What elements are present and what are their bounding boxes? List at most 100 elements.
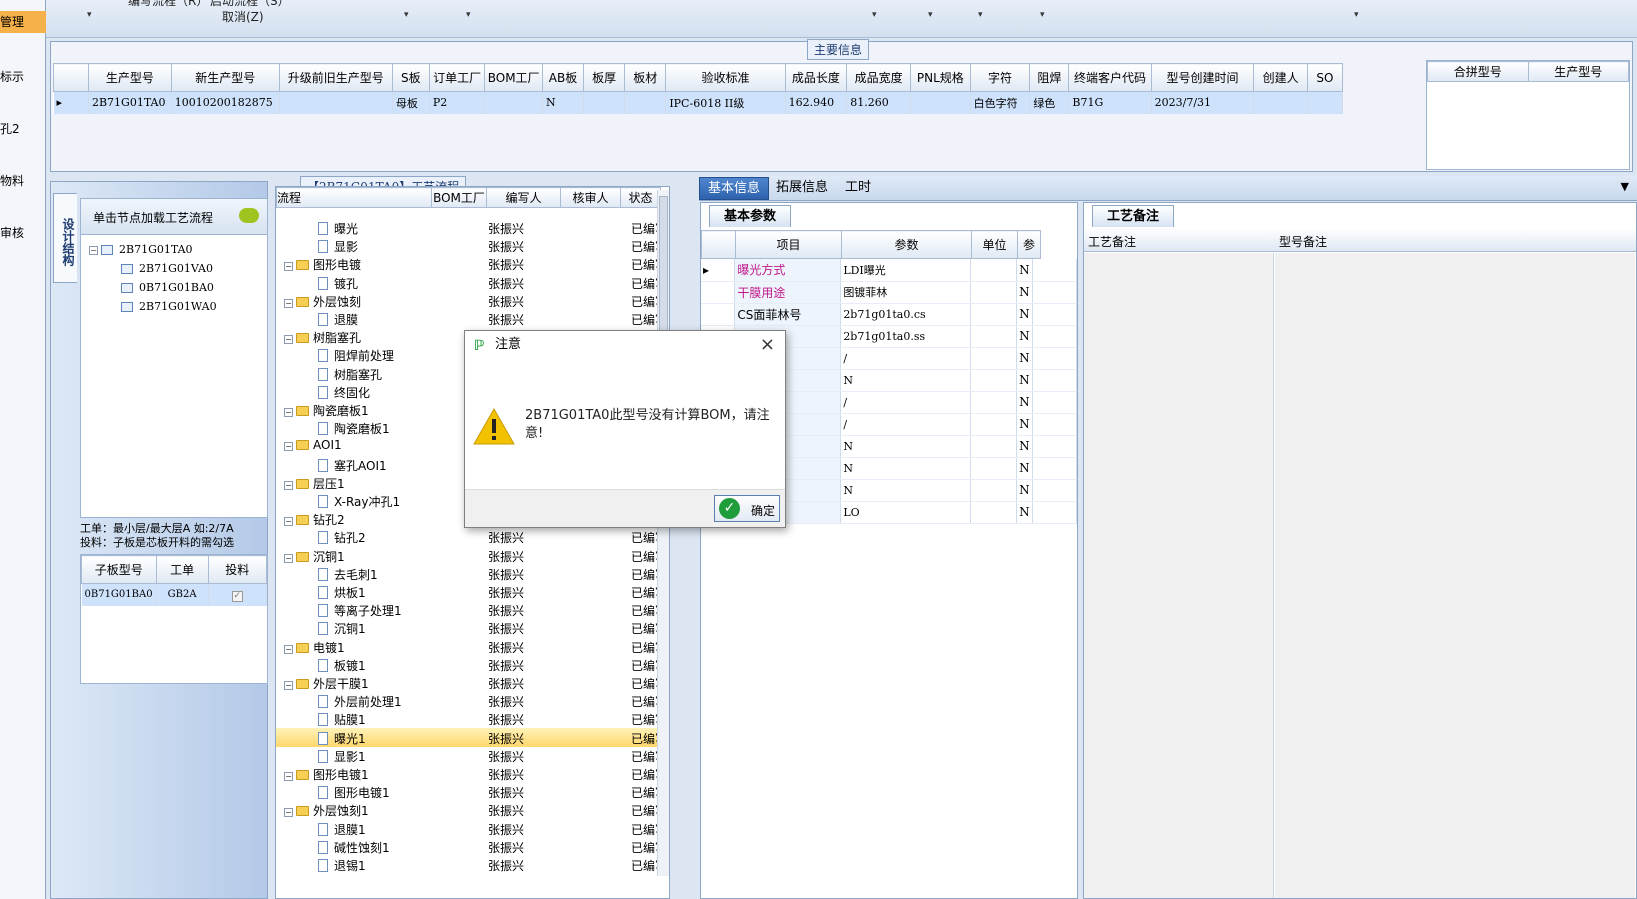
flow-step-row[interactable]: 曝光 张振兴 已编写 (276, 218, 660, 237)
dropdown-arrow-icon[interactable]: ▾ (404, 10, 409, 20)
flow-group-row[interactable]: − 外层蚀刻 张振兴 已编写 (276, 291, 660, 310)
collapse-icon[interactable]: − (284, 553, 293, 563)
table-row[interactable]: 干膜用途 图镀菲林 N (701, 281, 1077, 304)
collapse-icon[interactable]: − (284, 808, 293, 818)
collapse-icon[interactable]: − (284, 681, 293, 690)
flow-group-row[interactable]: − 外层蚀刻1 张振兴 已编写 (276, 800, 660, 819)
collapse-icon[interactable]: − (89, 246, 98, 255)
collapse-icon[interactable]: − (284, 298, 293, 308)
tab-work-hours[interactable]: 工时 (837, 177, 879, 200)
table-row[interactable]: ▸ 曝光方式 LDI曝光 N (701, 259, 1077, 282)
table-row[interactable]: CS面菲林号 2b71g01ta0.cs N (701, 303, 1077, 326)
column-header[interactable]: 升级前旧生产型号 (278, 63, 393, 92)
dropdown-arrow-icon[interactable]: ▾ (872, 10, 877, 20)
collapse-icon[interactable]: − (284, 644, 293, 654)
feed-checkbox[interactable]: ✓ (208, 583, 268, 606)
flow-group-row[interactable]: − 图形电镀1 张振兴 已编写 (276, 764, 660, 783)
chevron-down-icon[interactable]: ▼ (1621, 180, 1629, 193)
flow-step-row[interactable]: 沉铜1 张振兴 已编写 (276, 618, 660, 637)
design-structure-tab[interactable]: 设计结构 (53, 193, 77, 283)
flow-step-row[interactable]: 烘板1 张振兴 已编写 (276, 582, 660, 601)
flow-step-row[interactable]: 退膜1 张振兴 已编写 (276, 819, 660, 838)
column-header[interactable]: 阻焊 (1029, 63, 1070, 92)
flow-step-row[interactable]: 板镀1 张振兴 已编写 (276, 655, 660, 674)
tab-basic-info[interactable]: 基本信息 (699, 177, 770, 200)
table-row[interactable]: ▸ 2B71G01TA0 10010200182875 母板 P2 N IPC-6018 … (53, 91, 1344, 114)
collapse-icon[interactable]: − (284, 772, 293, 781)
flow-step-row[interactable]: 去毛刺1 张振兴 已编写 (276, 564, 660, 583)
column-header[interactable]: 板材 (624, 63, 667, 92)
column-header[interactable]: BOM工厂 (484, 63, 543, 92)
nav-item-review[interactable]: 审核 (0, 224, 46, 241)
column-header[interactable]: 验收标准 (665, 63, 786, 92)
column-header[interactable]: 型号创建时间 (1150, 63, 1255, 92)
cancel-button[interactable]: 取消(Z) (222, 8, 264, 25)
row-header-corner (53, 63, 89, 92)
flow-group-row[interactable]: − 沉铜1 张振兴 已编写 (276, 546, 660, 565)
nav-item-label[interactable]: 标示 (0, 68, 46, 85)
model-remark-header: 型号备注 (1279, 235, 1328, 249)
collapse-icon[interactable]: − (284, 408, 293, 417)
column-header[interactable]: 字符 (969, 63, 1031, 92)
column-header[interactable]: 成品宽度 (846, 63, 912, 92)
flow-group-row[interactable]: − 电镀1 张振兴 已编写 (276, 637, 660, 656)
column-header[interactable]: PNL规格 (910, 63, 971, 92)
tab-process-remark[interactable]: 工艺备注 (1092, 205, 1175, 227)
flow-step-row[interactable]: 外层前处理1 张振兴 已编写 (276, 691, 660, 710)
process-remark-textarea[interactable] (1084, 253, 1274, 898)
column-header[interactable]: S板 (391, 63, 430, 92)
column-header[interactable]: 终端客户代码 (1068, 63, 1152, 92)
nav-item-hole[interactable]: 孔2 (0, 120, 46, 137)
dropdown-arrow-icon[interactable]: ▾ (466, 10, 471, 20)
flow-step-row[interactable]: 贴膜1 张振兴 已编写 (276, 709, 660, 728)
tab-extended-info[interactable]: 拓展信息 (768, 177, 836, 200)
writer-cell: 张振兴 (488, 549, 525, 564)
flow-step-row[interactable]: 曝光1 张振兴 已编写 (276, 727, 660, 747)
dropdown-arrow-icon[interactable]: ▾ (928, 10, 933, 20)
collapse-icon[interactable]: − (284, 335, 293, 345)
tree-child-node[interactable]: 2B71G01WA0 (121, 300, 217, 313)
column-header[interactable]: 创建人 (1253, 63, 1308, 92)
collapse-icon[interactable]: − (284, 442, 293, 452)
flow-step-row[interactable]: 显影1 张振兴 已编写 (276, 746, 660, 765)
column-header[interactable]: 生产型号 (87, 63, 172, 92)
tree-child-node[interactable]: 2B71G01VA0 (121, 262, 213, 275)
flow-group-row[interactable]: − 图形电镀 张振兴 已编写 (276, 254, 660, 273)
edit-flow-label[interactable]: 编写流程（R） (128, 0, 208, 9)
flow-step-row[interactable]: 退膜 张振兴 已编写 (276, 309, 660, 328)
flow-scrollbar[interactable] (657, 190, 669, 876)
dropdown-arrow-icon[interactable]: ▾ (87, 10, 92, 20)
nav-item-management[interactable]: 管理 (0, 11, 46, 33)
flow-group-row[interactable]: − 外层干膜1 张振兴 已编写 (276, 673, 660, 692)
ok-button[interactable]: ✓ 确定 (714, 495, 780, 522)
flow-step-row[interactable]: 图形电镀1 张振兴 已编写 (276, 782, 660, 801)
collapse-icon[interactable]: − (284, 517, 293, 527)
model-remark-textarea[interactable] (1275, 253, 1635, 898)
column-header[interactable]: 新生产型号 (170, 63, 280, 92)
flow-step-row[interactable]: 镀孔 张振兴 已编写 (276, 273, 660, 292)
tree-root-node[interactable]: − 2B71G01TA0 (89, 243, 193, 256)
document-icon (318, 822, 328, 836)
nav-item-material[interactable]: 物料 (0, 172, 46, 189)
flow-step-row[interactable]: 退锡1 张振兴 已编写 (276, 855, 660, 874)
table-row[interactable]: 0B71G01BA0 GB2A ✓ (81, 583, 268, 606)
flow-step-row[interactable]: 等离子处理1 张振兴 已编写 (276, 600, 660, 619)
tree-child-node[interactable]: 0B71G01BA0 (121, 281, 214, 294)
collapse-icon[interactable]: − (284, 480, 293, 490)
close-icon[interactable]: × (760, 331, 775, 359)
dropdown-arrow-icon[interactable]: ▾ (1354, 10, 1359, 20)
column-header[interactable]: SO (1306, 63, 1344, 92)
dropdown-arrow-icon[interactable]: ▾ (1040, 10, 1045, 20)
dropdown-arrow-icon[interactable]: ▾ (978, 10, 983, 20)
collapse-icon[interactable]: − (284, 262, 293, 272)
tab-basic-params[interactable]: 基本参数 (709, 205, 792, 227)
flow-step-row[interactable]: 碱性蚀刻1 张振兴 已编写 (276, 837, 660, 856)
flow-step-row[interactable]: 显影 张振兴 已编写 (276, 236, 660, 255)
column-header[interactable]: 板厚 (583, 63, 626, 92)
flow-step-row[interactable]: 钻孔2 张振兴 已编写 (276, 527, 660, 546)
column-header[interactable]: AB板 (541, 63, 585, 92)
column-header[interactable]: 订单工厂 (428, 63, 486, 92)
document-icon (318, 604, 328, 618)
flag-header: 参 (1017, 230, 1041, 259)
column-header[interactable]: 成品长度 (784, 63, 848, 92)
